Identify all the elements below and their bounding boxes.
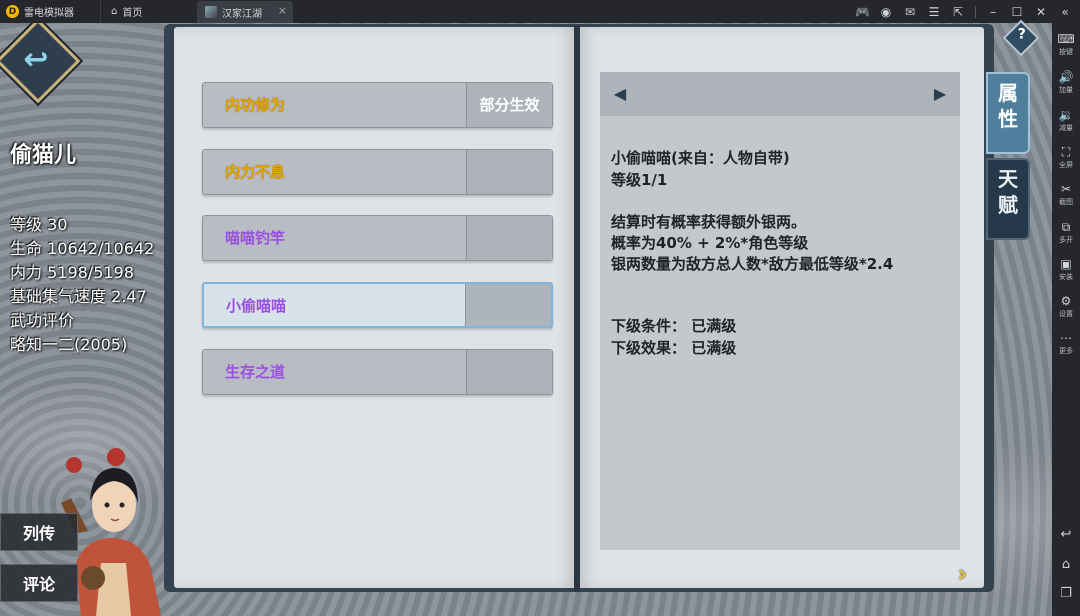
biography-button[interactable]: 列传 xyxy=(0,513,78,551)
maximize-icon[interactable]: ☐ xyxy=(1010,5,1024,19)
volume-up-icon: 🔊 xyxy=(1058,70,1074,84)
emulator-titlebar: D 雷电模拟器 ⌂ 首页 汉家江湖 × 🎮 ◉ ✉ ☰ ⇱ – ☐ ✕ « xyxy=(0,0,1080,23)
tab-game-label: 汉家江湖 xyxy=(222,8,262,20)
prev-skill-icon[interactable]: ◀ xyxy=(610,84,630,104)
collapse-sidebar-icon[interactable]: « xyxy=(1058,5,1072,19)
sidebar-label: 设置 xyxy=(1059,310,1073,318)
tab-attributes[interactable]: 属性 xyxy=(986,72,1030,154)
home-icon: ⌂ xyxy=(111,6,118,17)
sidebar-item-install[interactable]: ▣ 安装 xyxy=(1052,256,1080,292)
comment-button[interactable]: 评论 xyxy=(0,564,78,602)
next-skill-icon[interactable]: ▶ xyxy=(930,84,950,104)
android-home-icon[interactable]: ⌂ xyxy=(1052,557,1080,575)
skill-detail-description-line: 结算时有概率获得额外银两。 xyxy=(611,213,807,231)
character-stats: 等级 30 生命 10642/10642 内力 5198/5198 基础集气速度… xyxy=(10,213,154,357)
sidebar-item-volume-down[interactable]: 🔉 减量 xyxy=(1052,107,1080,143)
detail-header: ◀ ▶ xyxy=(600,72,960,116)
account-icon[interactable]: ◉ xyxy=(879,5,893,19)
skill-name: 内力不息 xyxy=(225,163,286,181)
fullscreen-icon: ⛶ xyxy=(1061,145,1071,159)
sidebar-label: 截图 xyxy=(1059,198,1073,206)
sidebar-item-more[interactable]: ⋯ 更多 xyxy=(1052,330,1080,366)
gamepad-icon[interactable]: 🎮 xyxy=(855,5,870,19)
stat-charge-speed: 基础集气速度 2.47 xyxy=(10,287,147,306)
tab-talents[interactable]: 天赋 xyxy=(986,158,1030,240)
scissors-icon: ✂ xyxy=(1060,182,1072,196)
sidebar-label: 按键 xyxy=(1059,48,1073,56)
skill-status xyxy=(466,216,552,260)
skill-detail-description-line: 概率为40% + 2%*角色等级 xyxy=(611,234,809,252)
emulator-brand: D 雷电模拟器 xyxy=(6,4,74,19)
skill-row-miaomiao-fishing-rod[interactable]: 喵喵钓竿 xyxy=(202,215,553,261)
pin-icon[interactable]: ⇱ xyxy=(951,5,965,19)
sidebar-label: 全屏 xyxy=(1059,161,1073,169)
sidebar-item-keymap[interactable]: ⌨ 按键 xyxy=(1052,31,1080,67)
tab-home-label: 首页 xyxy=(122,8,143,19)
skill-status: 部分生效 xyxy=(466,83,552,127)
toolbar-divider xyxy=(975,5,976,18)
minimize-icon[interactable]: – xyxy=(986,5,1000,19)
skill-detail-panel: ◀ ▶ 小偷喵喵(来自：人物自带) 等级1/1 结算时有概率获得额外银两。 概率… xyxy=(600,72,960,550)
android-back-icon[interactable]: ↩ xyxy=(1052,527,1080,545)
book-spine xyxy=(574,25,580,591)
more-icon: ⋯ xyxy=(1060,331,1072,345)
skill-row-survival[interactable]: 生存之道 xyxy=(202,349,553,395)
next-page-chevron-icon[interactable]: › xyxy=(958,562,978,587)
tab-attributes-label: 属性 xyxy=(998,81,1018,131)
stat-mp: 内力 5198/5198 xyxy=(10,263,134,282)
back-arrow-icon: ↩ xyxy=(23,42,49,78)
skill-name: 内功修为 xyxy=(225,96,286,114)
stat-level: 等级 30 xyxy=(10,215,68,234)
skill-row-neigong[interactable]: 内功修为 部分生效 xyxy=(202,82,553,128)
emulator-sidebar: ⌨ 按键 🔊 加量 🔉 减量 ⛶ 全屏 ✂ 截图 ⧉ 多开 ▣ 安装 ⚙ 设置 … xyxy=(1052,23,1080,616)
gear-icon: ⚙ xyxy=(1060,294,1072,308)
skill-status xyxy=(466,350,552,394)
mail-icon[interactable]: ✉ xyxy=(903,5,917,19)
skill-status xyxy=(466,150,552,194)
multi-window-icon: ⧉ xyxy=(1061,220,1071,234)
skill-name: 喵喵钓竿 xyxy=(225,229,286,247)
stat-martial-rating-label: 武功评价 xyxy=(10,311,75,330)
skill-detail-level: 等级1/1 xyxy=(611,171,668,189)
skill-next-effect: 下级效果： 已满级 xyxy=(611,339,737,357)
skill-row-thief-miaomiao[interactable]: 小偷喵喵 xyxy=(202,282,553,328)
android-recents-icon[interactable]: ❐ xyxy=(1052,586,1080,604)
skill-detail-title: 小偷喵喵(来自：人物自带) xyxy=(611,149,790,167)
skill-name: 小偷喵喵 xyxy=(226,297,287,315)
skill-row-neili-buxi[interactable]: 内力不息 xyxy=(202,149,553,195)
stat-martial-rating: 略知一二(2005) xyxy=(10,335,128,354)
skill-name: 生存之道 xyxy=(225,363,286,381)
help-question-icon: ? xyxy=(1017,26,1026,43)
sidebar-item-multi-instance[interactable]: ⧉ 多开 xyxy=(1052,219,1080,255)
sidebar-item-volume-up[interactable]: 🔊 加量 xyxy=(1052,69,1080,105)
emulator-app-name: 雷电模拟器 xyxy=(24,8,74,19)
keyboard-icon: ⌨ xyxy=(1057,32,1075,46)
sidebar-item-screenshot[interactable]: ✂ 截图 xyxy=(1052,181,1080,217)
skill-detail-description-line: 银两数量为敌方总人数*敌方最低等级*2.4 xyxy=(611,255,894,273)
skill-status xyxy=(465,284,551,326)
character-name: 偷猫儿 xyxy=(10,143,77,168)
settings-icon[interactable]: ☰ xyxy=(927,5,941,19)
stat-hp: 生命 10642/10642 xyxy=(10,239,155,258)
sidebar-label: 多开 xyxy=(1059,236,1073,244)
volume-down-icon: 🔉 xyxy=(1058,108,1074,122)
window-controls: 🎮 ◉ ✉ ☰ ⇱ – ☐ ✕ « xyxy=(855,2,1072,21)
sidebar-label: 更多 xyxy=(1059,347,1073,355)
tab-talents-label: 天赋 xyxy=(998,167,1018,217)
skill-next-condition: 下级条件： 已满级 xyxy=(611,317,737,335)
game-thumbnail-icon xyxy=(205,6,217,18)
sidebar-item-fullscreen[interactable]: ⛶ 全屏 xyxy=(1052,144,1080,180)
apk-install-icon: ▣ xyxy=(1060,257,1072,271)
sidebar-label: 加量 xyxy=(1059,86,1073,94)
emulator-logo-icon: D xyxy=(6,5,19,18)
close-window-icon[interactable]: ✕ xyxy=(1034,5,1048,19)
tab-game[interactable]: 汉家江湖 × xyxy=(197,1,293,23)
close-tab-icon[interactable]: × xyxy=(278,4,287,17)
tab-home[interactable]: ⌂ 首页 xyxy=(100,0,196,23)
sidebar-item-settings[interactable]: ⚙ 设置 xyxy=(1052,293,1080,329)
back-button[interactable]: ↩ xyxy=(0,23,81,104)
sidebar-label: 安装 xyxy=(1059,273,1073,281)
sidebar-label: 减量 xyxy=(1059,124,1073,132)
